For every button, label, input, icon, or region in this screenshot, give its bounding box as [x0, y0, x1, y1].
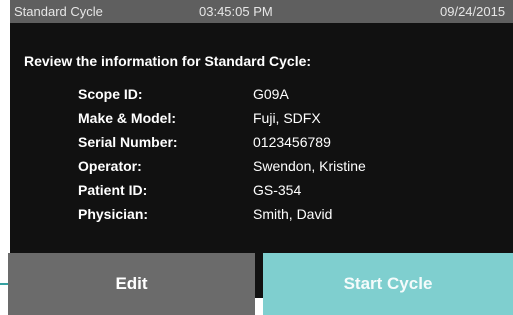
info-row-physician: Physician: Smith, David — [10, 206, 513, 226]
info-row-operator: Operator: Swendon, Kristine — [10, 158, 513, 178]
scope-id-label: Scope ID: — [78, 86, 143, 102]
review-heading: Review the information for Standard Cycl… — [24, 53, 312, 69]
patient-id-value: GS-354 — [253, 182, 302, 198]
info-row-scope-id: Scope ID: G09A — [10, 86, 513, 106]
clock-time: 03:45:05 PM — [199, 4, 273, 19]
start-cycle-button[interactable]: Start Cycle — [263, 253, 513, 315]
info-row-serial-number: Serial Number: 0123456789 — [10, 134, 513, 154]
patient-id-label: Patient ID: — [78, 182, 148, 198]
start-cycle-button-label: Start Cycle — [343, 274, 433, 293]
cycle-title: Standard Cycle — [14, 4, 103, 19]
current-date: 09/24/2015 — [440, 4, 506, 19]
status-bar: Standard Cycle 03:45:05 PM 09/24/2015 — [10, 0, 513, 23]
edit-button-label: Edit — [115, 274, 148, 293]
make-model-label: Make & Model: — [78, 110, 177, 126]
info-row-patient-id: Patient ID: GS-354 — [10, 182, 513, 202]
scope-id-value: G09A — [253, 86, 289, 102]
serial-number-label: Serial Number: — [78, 134, 178, 150]
physician-label: Physician: — [78, 206, 149, 222]
operator-value: Swendon, Kristine — [253, 158, 366, 174]
info-row-make-model: Make & Model: Fuji, SDFX — [10, 110, 513, 130]
operator-label: Operator: — [78, 158, 142, 174]
make-model-value: Fuji, SDFX — [253, 110, 321, 126]
serial-number-value: 0123456789 — [253, 134, 331, 150]
edit-button[interactable]: Edit — [8, 253, 255, 315]
physician-value: Smith, David — [253, 206, 333, 222]
